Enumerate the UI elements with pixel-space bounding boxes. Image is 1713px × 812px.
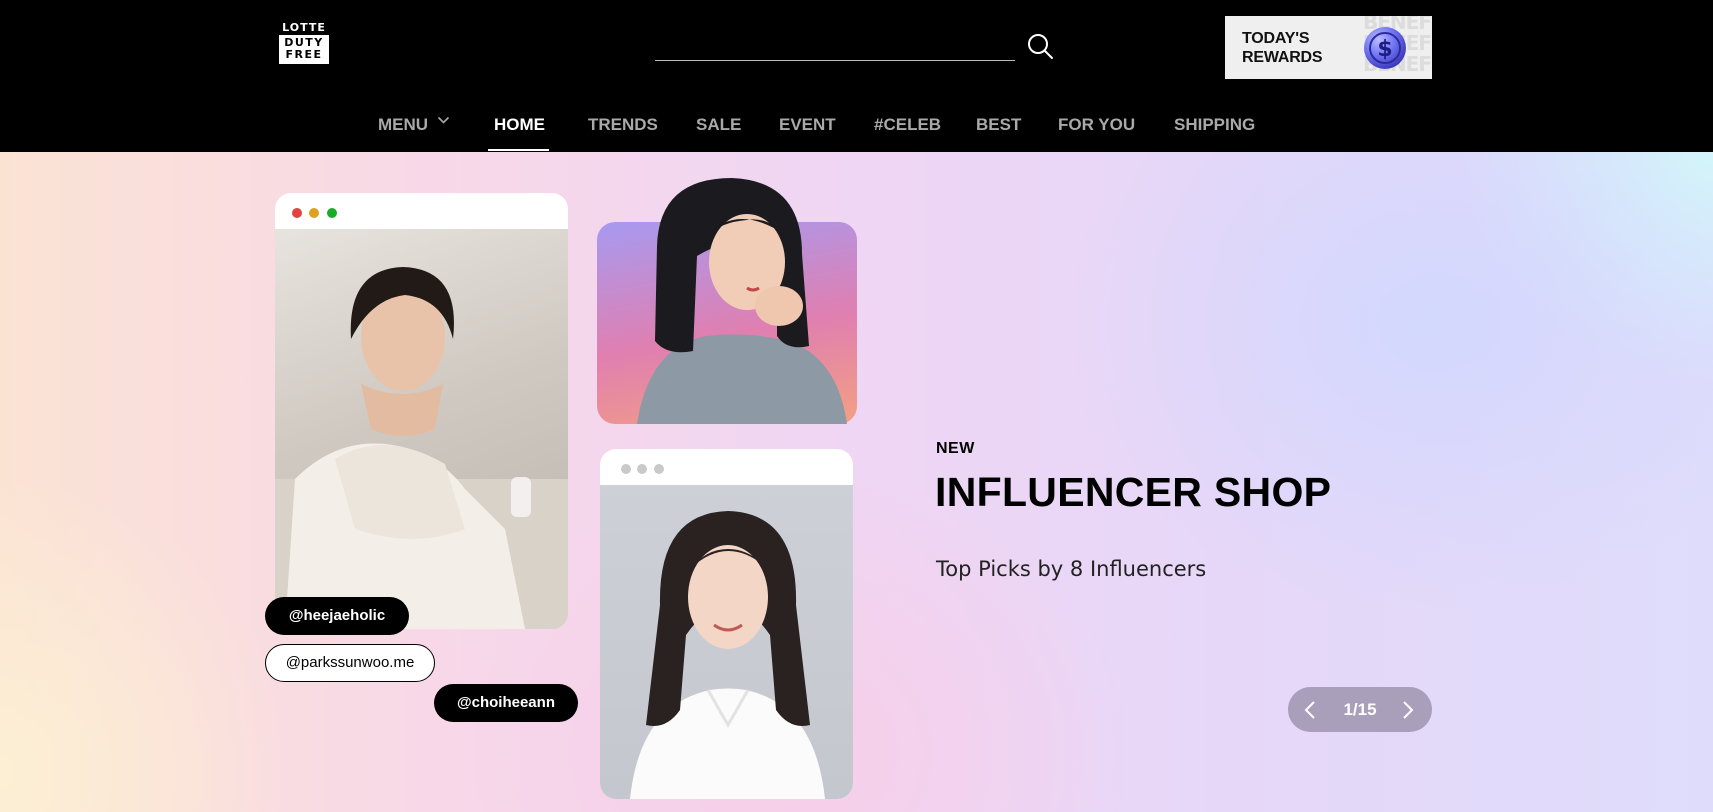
nav-for-you[interactable]: FOR YOU: [1058, 115, 1135, 135]
window-dot-1: [621, 464, 631, 474]
chevron-down-icon[interactable]: [437, 115, 450, 125]
chevron-right-icon[interactable]: [1396, 699, 1418, 721]
logo-line2: FREE: [285, 48, 323, 61]
influencer-photo: [275, 229, 568, 629]
influencer-card-choiheeann[interactable]: [600, 449, 853, 799]
nav-best[interactable]: BEST: [976, 115, 1021, 135]
hero-title: INFLUENCER SHOP: [935, 469, 1332, 515]
nav-celeb[interactable]: #CELEB: [874, 115, 941, 135]
search-input[interactable]: [655, 32, 1015, 58]
influencer-tag-heejaeholic[interactable]: @heejaeholic: [265, 597, 409, 635]
carousel-counter: 1/15: [1343, 700, 1377, 719]
influencer-photo: [600, 485, 853, 799]
window-dot-3: [654, 464, 664, 474]
influencer-card-parkssunwoo[interactable]: [597, 178, 857, 424]
logo-top-text: LOTTE: [282, 21, 326, 34]
nav-shipping[interactable]: SHIPPING: [1174, 115, 1255, 135]
search-underline: [655, 60, 1015, 61]
nav-menu[interactable]: MENU: [378, 115, 428, 135]
influencer-photo-illustration: [630, 511, 825, 799]
hero-eyebrow: NEW: [936, 440, 975, 457]
chevron-left-icon[interactable]: [1300, 699, 1322, 721]
influencer-tag-choiheeann[interactable]: @choiheeann: [434, 684, 578, 722]
main-navigation: MENU HOME TRENDS SALE EVENT #CELEB BEST …: [0, 103, 1713, 152]
influencer-photo: [637, 178, 847, 424]
window-dot-red: [292, 208, 302, 218]
dollar-coin-icon: $: [1364, 27, 1406, 69]
influencer-card-heejaeholic[interactable]: [275, 193, 568, 629]
hero-banner[interactable]: @heejaeholic @parkssunwoo.me @choiheeann…: [0, 152, 1713, 812]
window-dot-2: [637, 464, 647, 474]
site-header: LOTTE DUTY FREE BENEFITS BENEFITS BENEFI…: [0, 0, 1713, 152]
svg-text:$: $: [1377, 37, 1392, 62]
window-dot-yellow: [309, 208, 319, 218]
nav-home[interactable]: HOME: [494, 115, 545, 135]
search-button[interactable]: [1026, 32, 1056, 62]
active-nav-indicator: [488, 149, 549, 151]
carousel-pager: 1/15: [1288, 687, 1432, 732]
hero-subtitle: Top Picks by 8 Influencers: [936, 557, 1207, 581]
influencer-photo-illustration: [275, 267, 568, 629]
search-icon: [1028, 34, 1053, 59]
nav-trends[interactable]: TRENDS: [588, 115, 658, 135]
window-dot-green: [327, 208, 337, 218]
lotte-duty-free-logo[interactable]: LOTTE DUTY FREE: [279, 22, 329, 70]
todays-rewards-banner[interactable]: BENEFITS BENEFITS BENEFITS TODAY'S REWAR…: [1225, 16, 1432, 79]
nav-event[interactable]: EVENT: [779, 115, 836, 135]
logo-box: DUTY FREE: [279, 35, 329, 64]
nav-sale[interactable]: SALE: [696, 115, 741, 135]
influencer-tag-parkssunwoo[interactable]: @parkssunwoo.me: [265, 644, 435, 682]
rewards-label: TODAY'S REWARDS: [1242, 30, 1323, 66]
